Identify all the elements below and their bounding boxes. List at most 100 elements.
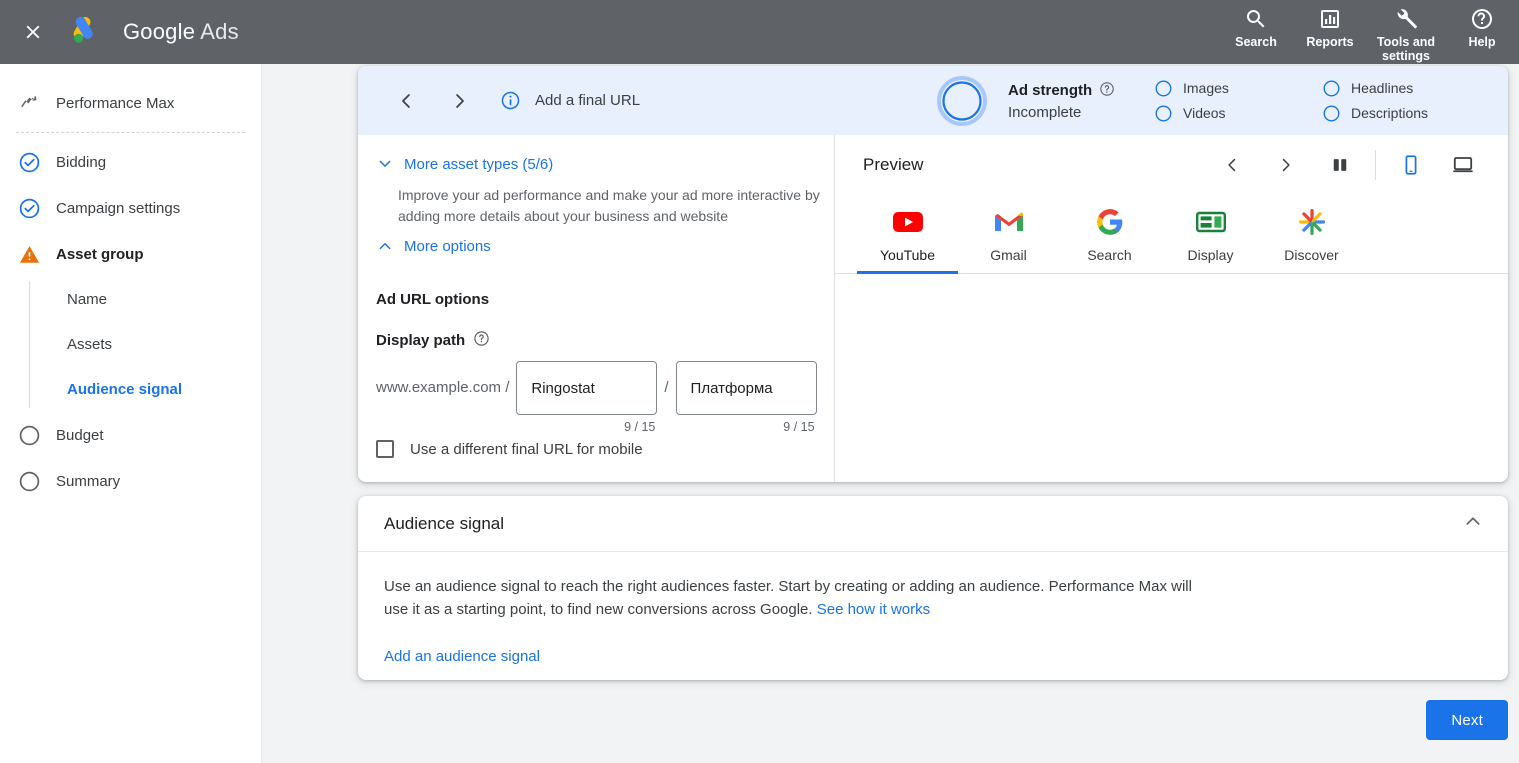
ad-strength-status: Incomplete — [1008, 103, 1082, 121]
display-path-input-1[interactable] — [516, 361, 658, 415]
banner-next-button[interactable] — [442, 83, 478, 119]
chevron-up-icon — [379, 243, 391, 250]
chevron-right-icon — [1282, 158, 1290, 172]
split-view-icon — [1333, 159, 1347, 171]
search-icon — [1244, 6, 1268, 32]
empty-ring-icon — [1154, 104, 1173, 123]
ad-strength-title: Ad strength — [1008, 82, 1093, 99]
preview-tab-label: Discover — [1284, 247, 1339, 263]
app-bar-actions: Search Reports Tools and settings Help — [1219, 0, 1519, 64]
preview-tab-discover[interactable]: Discover — [1261, 199, 1362, 273]
more-options-toggle[interactable]: More options — [376, 231, 491, 261]
preview-tab-display[interactable]: Display — [1160, 199, 1261, 273]
banner-prev-button[interactable] — [388, 83, 424, 119]
sidebar-subitem-name[interactable]: Name — [29, 277, 261, 322]
empty-ring-icon — [1322, 104, 1341, 123]
tools-and-settings-button[interactable]: Tools and settings — [1367, 3, 1445, 63]
preview-platform-tabs: YouTube Gmail Search Display Discover — [835, 199, 1508, 274]
mobile-device-icon — [1405, 155, 1417, 175]
chevron-up-icon — [1466, 517, 1480, 525]
sidebar-item-label: Campaign settings — [56, 199, 181, 217]
tools-and-settings-label: Tools and settings — [1376, 35, 1436, 63]
preview-prev-button[interactable] — [1213, 146, 1251, 184]
close-icon — [26, 25, 40, 39]
sidebar-subitem-assets[interactable]: Assets — [29, 322, 261, 367]
content-area: Add a final URL Ad strength Incomplete I… — [262, 64, 1519, 763]
sidebar-subitem-label: Audience signal — [67, 381, 183, 398]
mobile-final-url-checkbox-row[interactable]: Use a different final URL for mobile — [376, 440, 834, 458]
sidebar-item-label: Performance Max — [56, 94, 175, 112]
next-button[interactable]: Next — [1426, 700, 1508, 740]
google-ads-logo[interactable] — [67, 14, 107, 50]
display-path-input-2[interactable] — [675, 361, 817, 415]
preview-tab-label: Gmail — [990, 247, 1027, 263]
empty-ring-icon — [1322, 79, 1341, 98]
audience-signal-collapse-button[interactable] — [1462, 510, 1484, 537]
checklist-item-images: Images — [1154, 79, 1322, 98]
sidebar-item-summary[interactable]: Summary — [0, 458, 261, 504]
google-g-icon — [1096, 205, 1124, 239]
preview-tab-gmail[interactable]: Gmail — [958, 199, 1059, 273]
discover-icon — [1297, 205, 1327, 239]
youtube-icon — [892, 205, 924, 239]
audience-signal-header: Audience signal — [358, 496, 1508, 552]
preview-tab-search[interactable]: Search — [1059, 199, 1160, 273]
more-asset-types-toggle[interactable]: More asset types (5/6) — [376, 149, 553, 179]
audience-signal-card: Audience signal Use an audience signal t… — [358, 496, 1508, 680]
preview-next-button[interactable] — [1267, 146, 1305, 184]
checklist-item-label: Headlines — [1351, 80, 1414, 96]
more-asset-types-label: More asset types (5/6) — [404, 155, 554, 173]
sidebar-subitem-label: Assets — [67, 336, 113, 353]
preview-split-view-button[interactable] — [1321, 146, 1359, 184]
chevron-down-icon — [379, 160, 391, 167]
checklist-column-text: Headlines Descriptions — [1322, 79, 1490, 123]
info-icon — [500, 90, 521, 111]
sidebar-item-campaign-settings[interactable]: Campaign settings — [0, 185, 261, 231]
help-circle-icon[interactable] — [1099, 81, 1115, 101]
preview-mobile-button[interactable] — [1392, 146, 1430, 184]
audience-signal-description-text: Use an audience signal to reach the righ… — [384, 578, 1192, 618]
sidebar-item-budget[interactable]: Budget — [0, 412, 261, 458]
sidebar-item-performance-max[interactable]: Performance Max — [0, 80, 261, 126]
mobile-final-url-checkbox[interactable] — [376, 440, 394, 458]
app-title: Google Ads — [123, 19, 239, 45]
ad-strength-text: Ad strength Incomplete — [1008, 81, 1148, 121]
wrench-icon — [1394, 6, 1418, 32]
ad-strength-block: Ad strength Incomplete Images Videos Hea… — [936, 75, 1490, 127]
checklist-item-label: Images — [1183, 80, 1229, 96]
gmail-icon — [993, 205, 1025, 239]
audience-signal-body: Use an audience signal to reach the righ… — [358, 552, 1508, 666]
help-label: Help — [1468, 35, 1496, 49]
see-how-it-works-link[interactable]: See how it works — [817, 601, 930, 618]
preview-pane: Preview YouTube Gmail Search Display Dis… — [835, 135, 1508, 482]
empty-circle-icon — [16, 422, 42, 448]
checklist-item-label: Videos — [1183, 105, 1226, 121]
preview-header: Preview — [835, 135, 1508, 195]
asset-group-body: More asset types (5/6) Improve your ad p… — [358, 135, 1508, 482]
sidebar-subitem-audience-signal[interactable]: Audience signal — [29, 367, 261, 412]
search-button[interactable]: Search — [1219, 3, 1293, 49]
more-asset-types-helper: Improve your ad performance and make you… — [398, 187, 820, 224]
sidebar-item-asset-group[interactable]: Asset group — [0, 231, 261, 277]
sidebar-subnav: Name Assets Audience signal — [29, 277, 261, 412]
google-ads-logo-icon — [73, 16, 93, 43]
ad-strength-title-row: Ad strength — [1008, 81, 1148, 101]
display-path-label-row: Display path — [376, 330, 834, 351]
help-circle-icon[interactable] — [473, 330, 490, 351]
preview-tab-label: Display — [1187, 247, 1234, 263]
reports-button[interactable]: Reports — [1293, 3, 1367, 49]
add-an-audience-signal-link[interactable]: Add an audience signal — [384, 648, 540, 665]
ad-strength-banner: Add a final URL Ad strength Incomplete I… — [358, 66, 1508, 135]
help-button[interactable]: Help — [1445, 3, 1519, 49]
display-path-separator: / — [664, 379, 669, 396]
sidebar-item-bidding[interactable]: Bidding — [0, 139, 261, 185]
display-path-row: www.example.com / 9 / 15 / 9 / 15 — [376, 361, 834, 434]
preview-tab-youtube[interactable]: YouTube — [857, 199, 958, 274]
more-options-label: More options — [404, 237, 491, 255]
audience-signal-title: Audience signal — [384, 513, 505, 533]
preview-desktop-button[interactable] — [1444, 146, 1482, 184]
add-final-url-note[interactable]: Add a final URL — [500, 90, 640, 111]
close-button[interactable] — [9, 8, 57, 56]
checklist-item-videos: Videos — [1154, 104, 1322, 123]
display-icon — [1195, 205, 1226, 239]
